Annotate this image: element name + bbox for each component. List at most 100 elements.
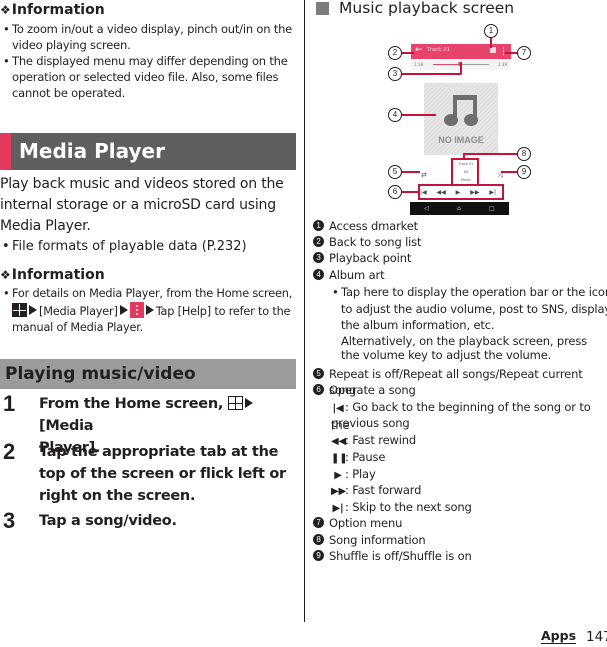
column-divider — [304, 0, 305, 622]
section-title-text: Media Player — [19, 139, 165, 163]
nav-home-icon[interactable]: ⌂ — [457, 205, 461, 212]
callout-line-4 — [400, 114, 436, 116]
step-text: Tap the appropriate tab at the top of th… — [39, 444, 286, 504]
legend-item-4: 4 Album art — [313, 267, 385, 283]
album-art-note-extra: Alternatively, on the playback screen, p… — [341, 334, 588, 362]
kebab-menu-icon — [129, 302, 144, 318]
elapsed-time: 1:18 — [414, 62, 423, 67]
arrow-right-icon — [29, 305, 37, 315]
nav-back-icon[interactable]: ◁ — [424, 205, 429, 212]
nav-recents-icon[interactable]: □ — [489, 205, 495, 212]
android-nav-bar: ◁ ⌂ □ — [410, 202, 509, 215]
callout-5: 5 — [388, 165, 402, 179]
control-description: : Fast rewind — [345, 433, 417, 447]
legend-text: Song information — [329, 533, 426, 547]
legend-number: 4 — [313, 269, 324, 280]
information-bullet: For details on Media Player, from the Ho… — [0, 286, 298, 336]
callout-1: 1 — [484, 24, 498, 38]
step-text-part: [Media — [39, 418, 94, 434]
information-line: For details on Media Player, from the Ho… — [12, 287, 293, 300]
legend-item-9: 9 Shuffle is off/Shuffle is on — [313, 548, 472, 564]
diamond-icon: ❖ — [0, 3, 11, 17]
step-3: 3 Tap a song/video. — [0, 510, 298, 532]
step-text: Tap a song/video. — [39, 513, 177, 529]
information-heading-text: Information — [11, 2, 105, 18]
legend-text: Access dmarket — [329, 219, 419, 233]
legend-text: Shuffle is off/Shuffle is on — [329, 549, 472, 563]
file-formats-link[interactable]: File formats of playable data (P.232) — [0, 238, 292, 256]
total-time: 2:39 — [498, 62, 507, 67]
callout-9: 9 — [517, 165, 531, 179]
legend-text: Option menu — [329, 516, 403, 530]
information-box-1: ❖ Information To zoom in/out a video dis… — [0, 1, 298, 101]
player-title-bar: ← Track 01 — [411, 44, 511, 59]
information-line: Tap [Help] to refer to the — [155, 305, 291, 318]
repeat-icon[interactable]: ⇄ — [421, 171, 427, 179]
legend-number: 3 — [313, 252, 324, 263]
callout-line-9 — [501, 171, 517, 173]
information-heading: ❖ Information — [0, 266, 298, 284]
section-accent-bar — [0, 133, 11, 170]
back-arrow-icon[interactable]: ← — [415, 45, 423, 55]
legend-number: 7 — [313, 517, 324, 528]
control-description: : Pause — [345, 450, 386, 464]
square-bullet-icon — [316, 1, 329, 15]
information-bullet: To zoom in/out a video display, pinch ou… — [0, 21, 298, 53]
legend-number: 6 — [313, 384, 324, 395]
pause-icon: ❚❚ — [331, 453, 348, 464]
fast-forward-icon: ▶▶ — [331, 486, 347, 497]
legend-item-3: 3 Playback point — [313, 250, 411, 266]
subsection-title-text: Playing music/video — [5, 364, 196, 384]
callout-2: 2 — [388, 46, 402, 60]
control-fast-rewind: ◀◀: Fast rewind — [331, 432, 416, 450]
legend-number: 2 — [313, 236, 324, 247]
control-pause: ❚❚: Pause — [331, 449, 385, 467]
intro-text: Play back music and videos stored on the… — [0, 176, 284, 234]
information-heading: ❖ Information — [0, 1, 298, 19]
page-number: 147 — [586, 629, 607, 645]
callout-line-2 — [402, 52, 414, 54]
intro-block: Play back music and videos stored on the… — [0, 174, 292, 256]
kebab-menu-icon[interactable] — [503, 47, 504, 55]
legend-item-6: 6 Operate a song — [313, 382, 416, 398]
callout-7: 7 — [517, 46, 531, 60]
callout-line-3 — [400, 73, 461, 75]
callout-line-3-v — [460, 62, 462, 74]
callout-box-8 — [451, 158, 479, 186]
seek-progress — [433, 64, 461, 65]
album-art[interactable]: NO IMAGE — [424, 83, 498, 155]
legend-item-2: 2 Back to song list — [313, 234, 422, 250]
legend-item-8: 8 Song information — [313, 532, 426, 548]
subsection-title-playing: Playing music/video — [0, 359, 296, 389]
step-2: 2 Tap the appropriate tab at the top of … — [0, 441, 298, 507]
information-box-2: ❖ Information For details on Media Playe… — [0, 266, 298, 336]
music-playback-heading-text: Music playback screen — [339, 0, 515, 17]
legend-text: Back to song list — [329, 235, 422, 249]
callout-line-7 — [505, 52, 517, 54]
arrow-right-icon — [244, 398, 253, 408]
legend-text: Album art — [329, 268, 385, 282]
control-description: : Fast forward — [345, 483, 422, 497]
step-number: 2 — [3, 439, 16, 464]
information-line: manual of Media Player. — [12, 321, 144, 334]
callout-line-1 — [490, 38, 492, 48]
album-art-note: Tap here to display the operation bar or… — [329, 284, 607, 334]
callout-8: 8 — [517, 147, 531, 161]
legend-number: 8 — [313, 534, 324, 545]
legend-item-7: 7 Option menu — [313, 515, 402, 531]
legend-number: 1 — [313, 220, 324, 231]
legend-text: Playback point — [329, 251, 412, 265]
legend-number: 5 — [313, 368, 324, 379]
arrow-right-icon — [145, 305, 154, 315]
information-bullet: The displayed menu may differ depending … — [0, 53, 298, 101]
no-image-label: NO IMAGE — [438, 135, 484, 145]
footer-section-label: Apps — [541, 628, 577, 644]
callout-3: 3 — [388, 67, 402, 81]
step-number: 3 — [3, 508, 16, 533]
music-playback-heading: Music playback screen — [314, 0, 514, 18]
control-description: : Play — [345, 467, 376, 481]
step-text-part: From the Home screen, — [39, 396, 224, 412]
callout-line-8 — [463, 153, 520, 155]
control-fast-forward: ▶▶: Fast forward — [331, 482, 421, 500]
fast-rewind-icon: ◀◀ — [331, 436, 347, 447]
